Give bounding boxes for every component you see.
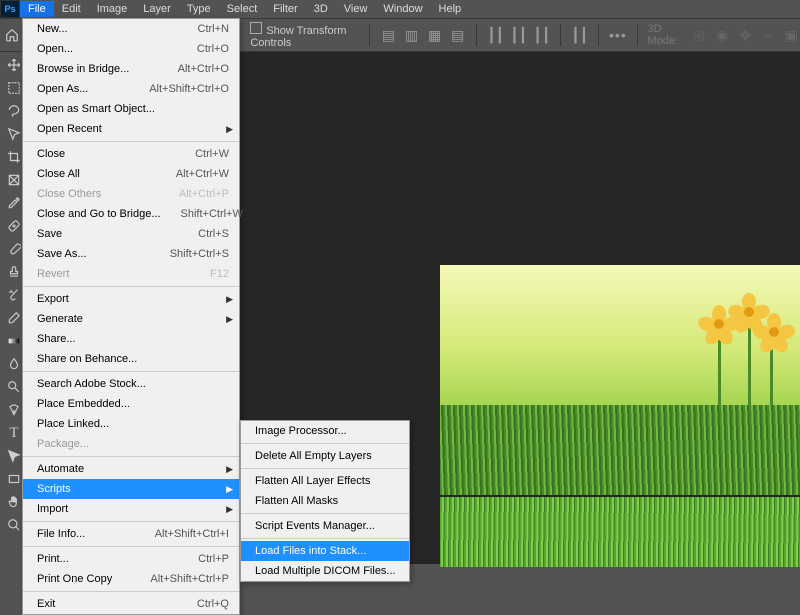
file-menu-item-open-recent[interactable]: Open Recent▶ [23, 119, 239, 139]
show-transform-controls[interactable]: Show Transform Controls [250, 22, 359, 49]
file-menu-item-package: Package... [23, 434, 239, 454]
file-menu-item-file-info[interactable]: File Info...Alt+Shift+Ctrl+I [23, 524, 239, 544]
daffodil-image [440, 265, 800, 495]
menu-3d[interactable]: 3D [306, 1, 336, 17]
menu-file[interactable]: File [20, 1, 54, 17]
menu-view[interactable]: View [336, 1, 376, 17]
file-menu-item-print-one-copy[interactable]: Print One CopyAlt+Shift+Ctrl+P [23, 569, 239, 589]
separator [476, 24, 477, 46]
grass-image [440, 497, 800, 567]
menu-edit[interactable]: Edit [54, 1, 89, 17]
align-left-icon[interactable]: ▤ [380, 24, 397, 46]
align-center-icon[interactable]: ▥ [403, 24, 420, 46]
file-menu-item-save-as[interactable]: Save As...Shift+Ctrl+S [23, 244, 239, 264]
file-menu-item-place-linked[interactable]: Place Linked... [23, 414, 239, 434]
separator [637, 24, 638, 46]
file-menu-item-print[interactable]: Print...Ctrl+P [23, 549, 239, 569]
menu-layer[interactable]: Layer [135, 1, 179, 17]
3d-orbit-icon[interactable]: ◎ [691, 24, 708, 46]
align-right-icon[interactable]: ▦ [426, 24, 443, 46]
document-image[interactable] [440, 265, 800, 565]
file-menu-item-share[interactable]: Share... [23, 329, 239, 349]
file-menu-item-automate[interactable]: Automate▶ [23, 459, 239, 479]
file-menu-item-close-all[interactable]: Close AllAlt+Ctrl+W [23, 164, 239, 184]
scripts-menu-item-flatten-all-masks[interactable]: Flatten All Masks [241, 491, 409, 511]
scripts-menu-item-load-multiple-dicom-files[interactable]: Load Multiple DICOM Files... [241, 561, 409, 581]
file-menu-dropdown: New...Ctrl+NOpen...Ctrl+OBrowse in Bridg… [22, 18, 240, 615]
align-top-icon[interactable]: ▤ [449, 24, 466, 46]
distribute-spacing-icon[interactable]: ┃┃ [571, 24, 588, 46]
scripts-menu-item-script-events-manager[interactable]: Script Events Manager... [241, 516, 409, 536]
3d-pan-icon[interactable]: ✥ [737, 24, 754, 46]
file-menu-item-scripts[interactable]: Scripts▶ [23, 479, 239, 499]
menu-window[interactable]: Window [375, 1, 430, 17]
distribute-icon[interactable]: ┃┃ [533, 24, 550, 46]
app-logo: Ps [0, 0, 20, 18]
menu-image[interactable]: Image [89, 1, 136, 17]
menu-type[interactable]: Type [179, 1, 219, 17]
3d-mode-label: 3D Mode: [648, 23, 685, 47]
separator [560, 24, 561, 46]
file-menu-item-new[interactable]: New...Ctrl+N [23, 19, 239, 39]
scripts-menu-item-load-files-into-stack[interactable]: Load Files into Stack... [241, 541, 409, 561]
file-menu-item-browse-in-bridge[interactable]: Browse in Bridge...Alt+Ctrl+O [23, 59, 239, 79]
file-menu-item-save[interactable]: SaveCtrl+S [23, 224, 239, 244]
file-menu-item-open-as[interactable]: Open As...Alt+Shift+Ctrl+O [23, 79, 239, 99]
distribute-v-icon[interactable]: ┃┃ [510, 24, 527, 46]
file-menu-item-close-others: Close OthersAlt+Ctrl+P [23, 184, 239, 204]
separator [369, 24, 370, 46]
3d-slide-icon[interactable]: ⇔ [760, 24, 777, 46]
scripts-menu-item-image-processor[interactable]: Image Processor... [241, 421, 409, 441]
menu-help[interactable]: Help [431, 1, 470, 17]
file-menu-item-open-as-smart-object[interactable]: Open as Smart Object... [23, 99, 239, 119]
3d-roll-icon[interactable]: ◉ [714, 24, 731, 46]
file-menu-item-export[interactable]: Export▶ [23, 289, 239, 309]
3d-camera-icon[interactable]: ▣ [783, 24, 800, 46]
file-menu-item-close-and-go-to-bridge[interactable]: Close and Go to Bridge...Shift+Ctrl+W [23, 204, 239, 224]
scripts-menu-item-flatten-all-layer-effects[interactable]: Flatten All Layer Effects [241, 471, 409, 491]
menu-filter[interactable]: Filter [265, 1, 305, 17]
separator [598, 24, 599, 46]
file-menu-item-open[interactable]: Open...Ctrl+O [23, 39, 239, 59]
file-menu-item-search-adobe-stock[interactable]: Search Adobe Stock... [23, 374, 239, 394]
file-menu-item-generate[interactable]: Generate▶ [23, 309, 239, 329]
distribute-h-icon[interactable]: ┃┃ [487, 24, 504, 46]
file-menu-item-import[interactable]: Import▶ [23, 499, 239, 519]
more-options-icon[interactable]: ••• [609, 24, 627, 46]
menu-bar: Ps FileEditImageLayerTypeSelectFilter3DV… [0, 0, 800, 18]
home-icon[interactable] [4, 25, 20, 45]
scripts-submenu-dropdown: Image Processor... Delete All Empty Layer… [240, 420, 410, 582]
file-menu-item-share-on-behance[interactable]: Share on Behance... [23, 349, 239, 369]
file-menu-item-place-embedded[interactable]: Place Embedded... [23, 394, 239, 414]
file-menu-item-revert: RevertF12 [23, 264, 239, 284]
file-menu-item-exit[interactable]: ExitCtrl+Q [23, 594, 239, 614]
file-menu-item-close[interactable]: CloseCtrl+W [23, 144, 239, 164]
menu-select[interactable]: Select [219, 1, 266, 17]
scripts-menu-item-delete-all-empty-layers[interactable]: Delete All Empty Layers [241, 446, 409, 466]
